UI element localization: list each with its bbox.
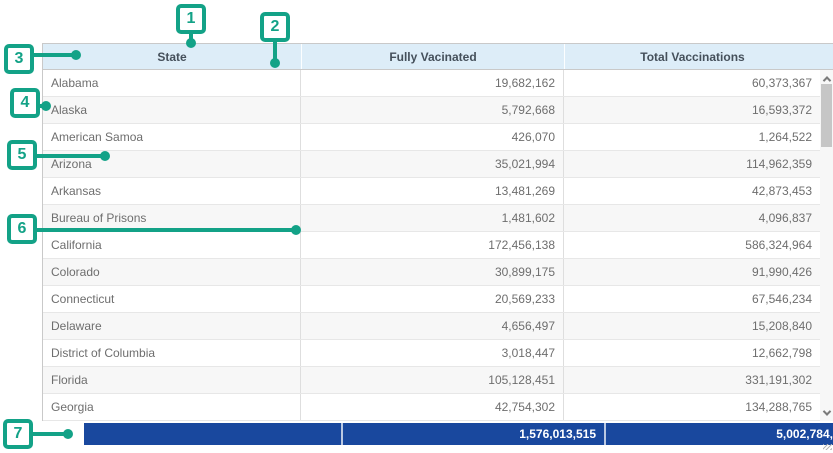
vertical-scrollbar[interactable]	[820, 70, 833, 421]
header-scrollbar-spacer	[820, 44, 833, 69]
table-row[interactable]: Delaware 4,656,497 15,208,840	[43, 313, 820, 340]
cell-state: District of Columbia	[43, 340, 300, 366]
cell-fully-vaccinated: 426,070	[300, 124, 563, 150]
cell-fully-vaccinated: 42,754,302	[300, 394, 563, 420]
table-header-row: State Fully Vacinated Total Vaccinations	[42, 43, 833, 70]
cell-state: Florida	[43, 367, 300, 393]
cell-total-vaccinations: 4,096,837	[563, 205, 820, 231]
callout-5-badge: 5	[7, 140, 37, 170]
table-row[interactable]: Alaska 5,792,668 16,593,372	[43, 97, 820, 124]
total-state-cell	[84, 423, 341, 445]
scrollbar-down-arrow[interactable]	[820, 406, 833, 419]
dashboard-canvas: State Fully Vacinated Total Vaccinations…	[0, 0, 833, 453]
cell-state: Colorado	[43, 259, 300, 285]
cell-total-vaccinations: 586,324,964	[563, 232, 820, 258]
cell-state: Arkansas	[43, 178, 300, 204]
cell-total-vaccinations: 60,373,367	[563, 70, 820, 96]
callout-6-dot	[291, 225, 301, 235]
column-header-state[interactable]: State	[43, 44, 301, 69]
table-row[interactable]: American Samoa 426,070 1,264,522	[43, 124, 820, 151]
callout-1-badge: 1	[176, 4, 206, 34]
table-row[interactable]: District of Columbia 3,018,447 12,662,79…	[43, 340, 820, 367]
cell-fully-vaccinated: 1,481,602	[300, 205, 563, 231]
cell-state: Alaska	[43, 97, 300, 123]
cell-total-vaccinations: 331,191,302	[563, 367, 820, 393]
cell-fully-vaccinated: 13,481,269	[300, 178, 563, 204]
vaccination-table: State Fully Vacinated Total Vaccinations…	[42, 43, 833, 421]
cell-state: Georgia	[43, 394, 300, 420]
total-fully-vaccinated-cell: 1,576,013,515	[341, 423, 604, 445]
table-body[interactable]: Alabama 19,682,162 60,373,367 Alaska 5,7…	[42, 70, 820, 421]
cell-state: California	[43, 232, 300, 258]
cell-total-vaccinations: 91,990,426	[563, 259, 820, 285]
callout-3-connector	[33, 53, 75, 57]
cell-fully-vaccinated: 35,021,994	[300, 151, 563, 177]
callout-5-dot	[100, 151, 110, 161]
callout-7-dot	[63, 429, 73, 439]
cell-state: Alabama	[43, 70, 300, 96]
table-row[interactable]: California 172,456,138 586,324,964	[43, 232, 820, 259]
callout-6-connector	[36, 228, 294, 232]
callout-2-dot	[270, 58, 280, 68]
table-row[interactable]: Arkansas 13,481,269 42,873,453	[43, 178, 820, 205]
callout-5-connector	[36, 154, 104, 158]
cell-fully-vaccinated: 5,792,668	[300, 97, 563, 123]
cell-fully-vaccinated: 3,018,447	[300, 340, 563, 366]
cell-fully-vaccinated: 19,682,162	[300, 70, 563, 96]
cell-total-vaccinations: 134,288,765	[563, 394, 820, 420]
chevron-down-icon	[822, 407, 830, 415]
callout-3-dot	[71, 50, 81, 60]
cell-fully-vaccinated: 20,569,233	[300, 286, 563, 312]
cell-fully-vaccinated: 4,656,497	[300, 313, 563, 339]
table-row[interactable]: Alabama 19,682,162 60,373,367	[43, 70, 820, 97]
callout-4-badge: 4	[10, 88, 40, 118]
table-total-row: 1,576,013,515 5,002,784,231	[84, 423, 833, 445]
table-row[interactable]: Colorado 30,899,175 91,990,426	[43, 259, 820, 286]
cell-fully-vaccinated: 30,899,175	[300, 259, 563, 285]
table-row[interactable]: Georgia 42,754,302 134,288,765	[43, 394, 820, 421]
table-row[interactable]: Connecticut 20,569,233 67,546,234	[43, 286, 820, 313]
scrollbar-corner-grip	[823, 444, 832, 450]
callout-1-dot	[186, 38, 196, 48]
cell-state: Delaware	[43, 313, 300, 339]
callout-7-connector	[32, 432, 66, 436]
callout-7-badge: 7	[3, 419, 33, 449]
table-row[interactable]: Florida 105,128,451 331,191,302	[43, 367, 820, 394]
callout-2-badge: 2	[260, 12, 290, 42]
cell-total-vaccinations: 12,662,798	[563, 340, 820, 366]
cell-fully-vaccinated: 105,128,451	[300, 367, 563, 393]
table-row[interactable]: Arizona 35,021,994 114,962,359	[43, 151, 820, 178]
cell-state: Connecticut	[43, 286, 300, 312]
cell-total-vaccinations: 16,593,372	[563, 97, 820, 123]
scrollbar-thumb[interactable]	[821, 84, 832, 147]
cell-total-vaccinations: 1,264,522	[563, 124, 820, 150]
cell-total-vaccinations: 15,208,840	[563, 313, 820, 339]
callout-6-badge: 6	[7, 214, 37, 244]
total-vaccinations-cell: 5,002,784,231	[604, 423, 833, 445]
cell-fully-vaccinated: 172,456,138	[300, 232, 563, 258]
cell-state: American Samoa	[43, 124, 300, 150]
column-header-fully-vaccinated[interactable]: Fully Vacinated	[301, 44, 564, 69]
cell-total-vaccinations: 67,546,234	[563, 286, 820, 312]
callout-4-dot	[41, 101, 51, 111]
cell-total-vaccinations: 114,962,359	[563, 151, 820, 177]
chevron-up-icon	[822, 76, 830, 84]
column-header-total-vaccinations[interactable]: Total Vaccinations	[564, 44, 820, 69]
cell-total-vaccinations: 42,873,453	[563, 178, 820, 204]
callout-3-badge: 3	[4, 44, 34, 74]
